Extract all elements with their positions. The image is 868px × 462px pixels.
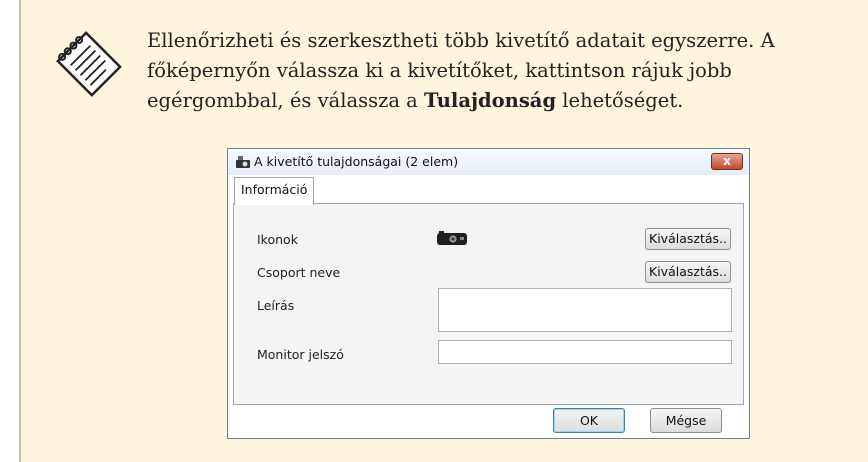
tab-information[interactable]: Információ <box>234 177 315 205</box>
icon-select-button[interactable]: Kiválasztás.. <box>645 228 731 250</box>
projector-properties-dialog: A kivetítő tulajdonságai (2 elem) x Info… <box>227 148 750 439</box>
monitor-password-field[interactable] <box>438 340 732 364</box>
description-field[interactable] <box>438 288 732 332</box>
dialog-titlebar[interactable]: A kivetítő tulajdonságai (2 elem) x <box>228 149 749 175</box>
note-line-2: főképernyőn válassza ki a kivetítőket, k… <box>147 59 732 82</box>
description-label: Leírás <box>257 298 295 313</box>
ok-button[interactable]: OK <box>553 408 625 433</box>
tab-strip: Információ <box>233 175 744 205</box>
note-line-3: egérgombbal, és válassza a <box>147 89 425 112</box>
information-panel: Ikonok Kiválasztás.. Csoport neve Kivála… <box>233 203 744 405</box>
note-bold-term: Tulajdonság <box>424 89 557 112</box>
note-line-1: Ellenőrizheti és szerkesztheti több kive… <box>147 29 775 52</box>
group-name-label: Csoport neve <box>257 265 341 280</box>
note-line-3-end: lehetőséget. <box>556 89 684 112</box>
monitor-password-label: Monitor jelszó <box>257 347 344 362</box>
icons-label: Ikonok <box>257 232 298 247</box>
note-pad-icon <box>56 31 122 97</box>
note-text: Ellenőrizheti és szerkesztheti több kive… <box>147 26 867 116</box>
close-button[interactable]: x <box>711 153 743 170</box>
projector-icon <box>437 231 467 245</box>
dialog-title: A kivetítő tulajdonságai (2 elem) <box>254 154 459 169</box>
projector-app-icon <box>236 156 250 168</box>
cancel-button[interactable]: Mégse <box>650 408 722 433</box>
group-select-button[interactable]: Kiválasztás.. <box>645 261 731 283</box>
